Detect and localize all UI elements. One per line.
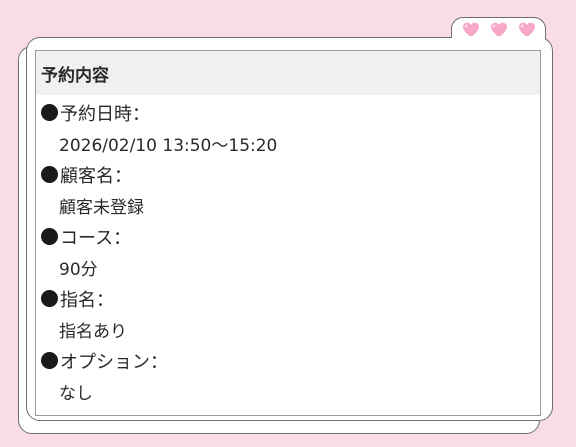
field-label-text: コース： <box>60 227 132 249</box>
field-value-nomination: 指名あり <box>59 322 127 342</box>
field-label-option: オプション： <box>36 345 540 376</box>
panel-title: 予約内容 <box>36 51 540 95</box>
bullet-icon <box>41 352 58 369</box>
field-label-text: 顧客名： <box>60 165 132 187</box>
bullet-icon <box>41 228 58 245</box>
field-label-datetime: 予約日時： <box>36 97 540 128</box>
field-value-option: なし <box>59 384 93 404</box>
field-label-nomination: 指名： <box>36 283 540 314</box>
tab-joint <box>452 36 545 40</box>
field-value-customer: 顧客未登録 <box>59 198 144 218</box>
bullet-icon <box>41 104 58 121</box>
field-value-datetime: 2026/02/10 13:50〜15:20 <box>59 136 278 156</box>
field-label-customer: 顧客名： <box>36 159 540 190</box>
details-list: 予約日時： 2026/02/10 13:50〜15:20 顧客名： 顧客未登録 … <box>36 95 540 407</box>
field-label-text: オプション： <box>60 351 168 373</box>
field-label-text: 指名： <box>60 289 114 311</box>
field-value-course: 90分 <box>59 260 98 280</box>
reservation-details-panel: 予約内容 予約日時： 2026/02/10 13:50〜15:20 顧客名： 顧… <box>35 50 541 416</box>
field-label-course: コース： <box>36 221 540 252</box>
bullet-icon <box>41 166 58 183</box>
bullet-icon <box>41 290 58 307</box>
field-label-text: 予約日時： <box>60 103 150 125</box>
